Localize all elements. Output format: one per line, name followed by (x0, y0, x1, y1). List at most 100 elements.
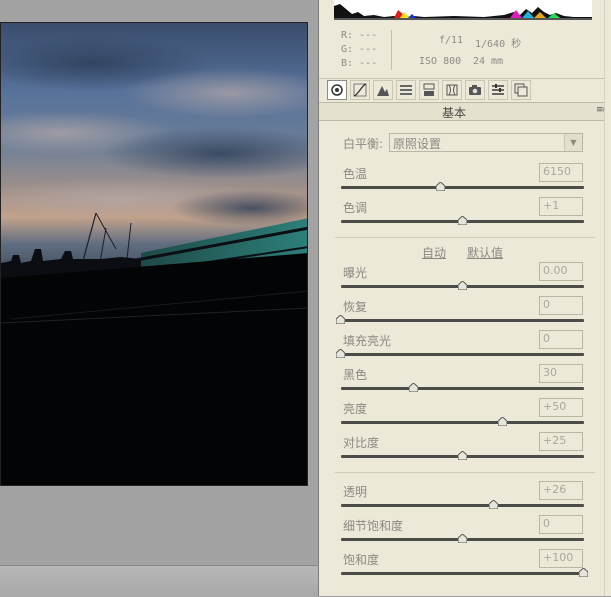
slider-label: 黑色 (343, 368, 368, 382)
tab-hsl[interactable] (396, 80, 416, 100)
info-readout: R: --- G: --- B: --- f/11 1/640 秒 ISO 80… (319, 22, 611, 79)
aperture-readout: f/11 (439, 35, 464, 46)
white-balance-value: 原照设置 (393, 137, 442, 151)
slider-track[interactable] (341, 568, 588, 577)
slider-value-field[interactable]: +25 (539, 432, 583, 451)
slider-track[interactable] (341, 451, 584, 460)
slider-label: 恢复 (343, 300, 368, 314)
blue-readout: B: --- (341, 58, 378, 69)
tab-lens-corrections[interactable] (442, 80, 462, 100)
slider-row[interactable]: 填充亮光 0 (319, 330, 611, 366)
camera-calibration-tab-icon (469, 85, 481, 95)
slider-value-field[interactable]: 0 (539, 330, 583, 349)
slider-value-field[interactable]: +100 (539, 549, 583, 568)
panel-tabs (319, 78, 611, 102)
snapshots-tab-icon (514, 83, 528, 97)
slider-thumb[interactable] (457, 534, 467, 543)
histogram (334, 0, 592, 20)
slider-value-field[interactable]: 30 (539, 364, 583, 383)
shutter-readout: 1/640 秒 (475, 39, 522, 50)
temperature-thumb[interactable] (435, 182, 445, 191)
lens-corrections-tab-icon (446, 84, 458, 96)
tab-detail[interactable] (373, 80, 393, 100)
slider-value-field[interactable]: 0.00 (539, 262, 583, 281)
slider-row[interactable]: 亮度 +50 (319, 398, 611, 434)
slider-track[interactable] (341, 500, 584, 509)
white-balance-label: 白平衡: (343, 137, 384, 151)
auto-link[interactable]: 自动 (422, 244, 446, 261)
slider-row[interactable]: 饱和度 +100 (319, 549, 611, 585)
detail-tab-icon (377, 86, 389, 96)
image-preview-area (0, 0, 318, 597)
tab-snapshots[interactable] (511, 80, 531, 100)
slider-track[interactable] (341, 417, 584, 426)
slider-track[interactable] (341, 281, 584, 290)
slider-value-field[interactable]: +26 (539, 481, 583, 500)
slider-temperature[interactable]: 色温 6150 (319, 163, 611, 199)
slider-row[interactable]: 黑色 30 (319, 364, 611, 400)
tone-curve-tab-icon (353, 83, 367, 97)
chevron-down-icon[interactable]: ▼ (564, 134, 582, 151)
panel-header: 基本 ≡▸ (319, 102, 611, 121)
green-readout: G: --- (341, 44, 378, 55)
slider-row[interactable]: 对比度 +25 (319, 432, 611, 468)
tab-split-toning[interactable] (419, 80, 439, 100)
slider-thumb[interactable] (497, 417, 507, 426)
slider-row[interactable]: 细节饱和度 0 (319, 515, 611, 551)
slider-label: 亮度 (343, 402, 368, 416)
slider-label: 饱和度 (343, 553, 380, 567)
slider-row[interactable]: 曝光 0.00 (319, 262, 611, 298)
panel-title: 基本 (441, 106, 466, 120)
slider-thumb[interactable] (408, 383, 418, 392)
slider-value-field[interactable]: 0 (539, 515, 583, 534)
slider-label: 曝光 (343, 266, 368, 280)
slider-thumb[interactable] (457, 281, 467, 290)
basic-tab-icon (331, 84, 343, 96)
slider-thumb[interactable] (579, 568, 588, 577)
default-link[interactable]: 默认值 (467, 244, 503, 261)
tint-value[interactable]: +1 (539, 197, 583, 216)
slider-value-field[interactable]: 0 (539, 296, 583, 315)
slider-track[interactable] (341, 383, 584, 392)
slider-thumb[interactable] (457, 451, 467, 460)
slider-thumb[interactable] (489, 500, 499, 509)
split-toning-tab-icon (423, 83, 435, 96)
slider-track[interactable] (336, 349, 584, 358)
temperature-label: 色温 (343, 167, 368, 181)
panel-scroll-edge[interactable] (604, 0, 611, 596)
temperature-track[interactable] (341, 182, 584, 191)
slider-label: 透明 (343, 485, 368, 499)
tab-camera-calibration[interactable] (465, 80, 485, 100)
slider-tint[interactable]: 色调 +1 (319, 197, 611, 233)
tint-track[interactable] (341, 216, 584, 225)
hsl-tab-icon (400, 85, 412, 95)
photo-preview[interactable] (0, 22, 308, 486)
temperature-value[interactable]: 6150 (539, 163, 583, 182)
slider-label: 对比度 (343, 436, 380, 450)
tab-basic[interactable] (327, 80, 347, 100)
slider-value-field[interactable]: +50 (539, 398, 583, 417)
tab-tone-curve[interactable] (350, 80, 370, 100)
info-divider (391, 30, 392, 70)
section-divider (335, 472, 595, 473)
slider-track[interactable] (336, 315, 584, 324)
iso-readout: ISO 800 (419, 56, 462, 67)
slider-track[interactable] (341, 534, 584, 543)
slider-thumb[interactable] (336, 315, 345, 324)
slider-label: 填充亮光 (343, 334, 392, 348)
histogram-graph (334, 4, 592, 18)
slider-row[interactable]: 透明 +26 (319, 481, 611, 517)
slider-label: 细节饱和度 (343, 519, 404, 533)
tab-presets[interactable] (488, 80, 508, 100)
section-divider (335, 237, 595, 238)
tint-thumb[interactable] (457, 216, 467, 225)
white-balance-select[interactable]: 原照设置 ▼ (389, 133, 583, 152)
presets-tab-icon (492, 84, 504, 95)
slider-thumb[interactable] (336, 349, 345, 358)
preview-status-strip (0, 565, 318, 597)
tint-label: 色调 (343, 201, 368, 215)
photo-image (1, 23, 307, 485)
adjustment-panel: R: --- G: --- B: --- f/11 1/640 秒 ISO 80… (318, 0, 611, 596)
focal-length-readout: 24 mm (473, 56, 504, 67)
slider-row[interactable]: 恢复 0 (319, 296, 611, 332)
